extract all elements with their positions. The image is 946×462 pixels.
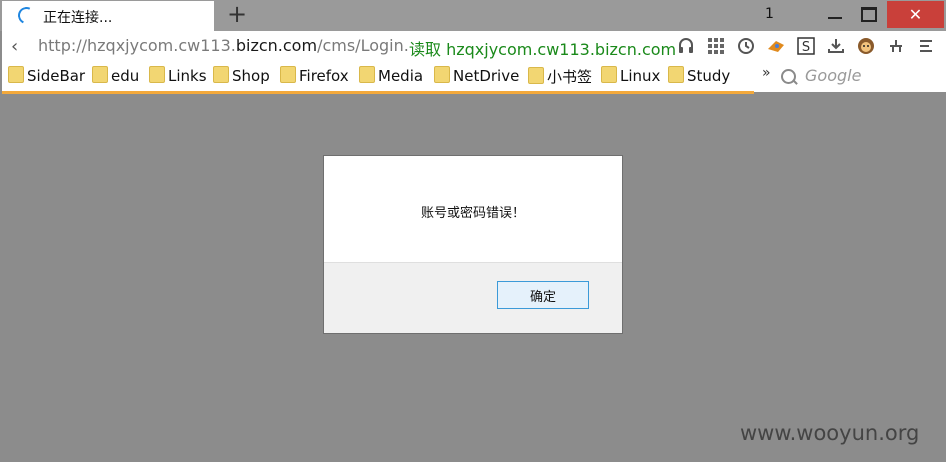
title-bar: 正在连接... + 1 ✕ bbox=[0, 0, 946, 31]
bookmark-folder[interactable]: Firefox bbox=[280, 66, 349, 86]
folder-icon bbox=[528, 67, 544, 84]
bookmark-folder[interactable]: Linux bbox=[601, 66, 660, 86]
history-icon[interactable] bbox=[736, 36, 756, 56]
ok-button[interactable]: 确定 bbox=[497, 281, 589, 309]
url-prefix: http://hzqxjycom.cw113. bbox=[38, 36, 236, 55]
maximize-button[interactable] bbox=[851, 0, 887, 28]
folder-icon bbox=[149, 66, 165, 83]
url-host: bizcn.com bbox=[235, 36, 318, 55]
reader-mode-label[interactable]: 读取 hzqxjycom.cw113.bizcn.com bbox=[409, 36, 676, 60]
tool-icon[interactable] bbox=[886, 36, 906, 56]
navigation-bar: ‹ http://hzqxjycom.cw113.bizcn.com/cms/L… bbox=[2, 31, 946, 61]
folder-icon bbox=[359, 66, 375, 83]
url-path: /cms/Login. bbox=[317, 36, 409, 55]
back-button[interactable]: ‹ bbox=[11, 36, 18, 57]
menu-icon[interactable] bbox=[916, 36, 936, 56]
folder-icon bbox=[434, 66, 450, 83]
search-input[interactable]: Google bbox=[805, 66, 861, 85]
search-icon bbox=[781, 69, 796, 84]
new-tab-button[interactable]: + bbox=[227, 0, 247, 28]
bookmark-folder[interactable]: Study bbox=[668, 66, 730, 86]
bookmark-folder[interactable]: Media bbox=[359, 66, 423, 86]
loading-spinner-icon bbox=[15, 4, 38, 27]
folder-icon bbox=[601, 66, 617, 83]
folder-icon bbox=[213, 66, 229, 83]
dialog-body: 账号或密码错误！ bbox=[324, 156, 622, 263]
tab-title: 正在连接... bbox=[43, 10, 113, 26]
folder-icon bbox=[92, 66, 108, 83]
dialog-message: 账号或密码错误！ bbox=[420, 206, 525, 221]
headphones-icon[interactable] bbox=[676, 36, 696, 56]
bookmark-folder[interactable]: Shop bbox=[213, 66, 270, 86]
tab-count[interactable]: 1 bbox=[765, 6, 774, 22]
minimize-button[interactable] bbox=[818, 0, 854, 28]
bookmarks-bar: SideBar edu Links Shop Firefox Media Net… bbox=[2, 61, 946, 92]
bookmarks-overflow-chevron[interactable]: » bbox=[762, 65, 771, 81]
close-button[interactable]: ✕ bbox=[887, 1, 944, 28]
page-loading-progress bbox=[2, 91, 754, 94]
active-tab[interactable]: 正在连接... bbox=[2, 1, 214, 31]
download-icon[interactable] bbox=[826, 36, 846, 56]
alert-dialog: 账号或密码错误！ 确定 bbox=[323, 155, 623, 334]
bookmark-folder[interactable]: SideBar bbox=[8, 66, 85, 86]
watermark: www.wooyun.org bbox=[740, 421, 920, 445]
bookmark-folder[interactable]: edu bbox=[92, 66, 139, 86]
bookmark-folder[interactable]: Links bbox=[149, 66, 207, 86]
monkey-icon[interactable] bbox=[856, 36, 876, 56]
s-icon[interactable]: S bbox=[796, 36, 816, 56]
address-bar[interactable]: http://hzqxjycom.cw113.bizcn.com/cms/Log… bbox=[38, 36, 409, 55]
grid-icon[interactable] bbox=[706, 36, 726, 56]
bookmark-folder[interactable]: NetDrive bbox=[434, 66, 519, 86]
svg-text:S: S bbox=[802, 40, 810, 55]
folder-icon bbox=[280, 66, 296, 83]
folder-icon bbox=[668, 66, 684, 83]
folder-icon bbox=[8, 66, 24, 83]
paw-icon[interactable] bbox=[766, 36, 786, 56]
bookmark-folder[interactable]: 小书签 bbox=[528, 66, 592, 86]
